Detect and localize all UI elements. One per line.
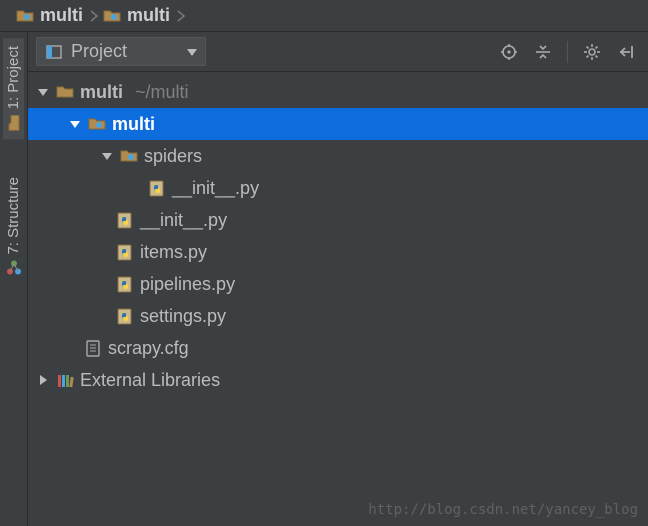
breadcrumb-label: multi	[40, 5, 83, 26]
view-mode-dropdown[interactable]: Project	[36, 37, 206, 66]
folder-icon	[120, 147, 138, 165]
hide-panel-button[interactable]	[612, 38, 640, 66]
folder-icon	[103, 7, 121, 25]
watermark-text: http://blog.csdn.net/yancey_blog	[368, 502, 638, 518]
project-icon	[6, 115, 22, 131]
expand-toggle[interactable]	[36, 85, 50, 99]
python-file-icon	[116, 211, 134, 229]
chevron-down-icon	[185, 45, 199, 59]
views-icon	[45, 43, 63, 61]
python-file-icon	[116, 275, 134, 293]
tree-node-pkg[interactable]: multi	[28, 108, 648, 140]
expand-toggle[interactable]	[68, 117, 82, 131]
toolbar-separator	[567, 41, 568, 63]
tree-node-file[interactable]: __init__.py	[28, 172, 648, 204]
folder-icon	[16, 7, 34, 25]
hide-icon	[617, 43, 635, 61]
gutter-tab-label: 1: Project	[5, 46, 22, 109]
tree-node-label: scrapy.cfg	[108, 338, 189, 359]
structure-icon	[6, 261, 22, 277]
tree-node-label: pipelines.py	[140, 274, 235, 295]
folder-icon	[88, 115, 106, 133]
tree-node-file[interactable]: items.py	[28, 236, 648, 268]
tree-node-spiders[interactable]: spiders	[28, 140, 648, 172]
gear-icon	[583, 43, 601, 61]
chevron-right-icon	[87, 0, 99, 32]
file-icon	[84, 339, 102, 357]
chevron-right-icon	[174, 0, 186, 32]
tree-node-label: settings.py	[140, 306, 226, 327]
expand-toggle[interactable]	[36, 373, 50, 387]
target-icon	[500, 43, 518, 61]
gutter-tab-project[interactable]: 1: Project	[3, 38, 24, 139]
project-tree[interactable]: multi ~/multi multi spiders __init__.py …	[28, 72, 648, 526]
tree-node-file[interactable]: settings.py	[28, 300, 648, 332]
python-file-icon	[116, 243, 134, 261]
gutter-tab-structure[interactable]: 7: Structure	[3, 169, 24, 285]
tree-node-label: External Libraries	[80, 370, 220, 391]
python-file-icon	[116, 307, 134, 325]
gutter-tab-label: 7: Structure	[5, 177, 22, 255]
tree-node-file[interactable]: scrapy.cfg	[28, 332, 648, 364]
tree-node-label: __init__.py	[140, 210, 227, 231]
tree-node-label: items.py	[140, 242, 207, 263]
breadcrumb-label: multi	[127, 5, 170, 26]
tree-node-label: spiders	[144, 146, 202, 167]
libraries-icon	[56, 371, 74, 389]
tree-node-root[interactable]: multi ~/multi	[28, 76, 648, 108]
expand-toggle[interactable]	[100, 149, 114, 163]
breadcrumb-item-root[interactable]: multi	[12, 5, 87, 26]
tree-node-label: __init__.py	[172, 178, 259, 199]
tool-window-gutter: 1: Project 7: Structure	[0, 32, 28, 526]
tree-node-path: ~/multi	[135, 82, 189, 103]
view-mode-label: Project	[71, 41, 127, 62]
breadcrumb-item-pkg[interactable]: multi	[99, 5, 174, 26]
tree-node-label: multi	[80, 82, 123, 103]
breadcrumb: multi multi	[0, 0, 648, 32]
folder-icon	[56, 83, 74, 101]
collapse-all-button[interactable]	[529, 38, 557, 66]
collapse-icon	[534, 43, 552, 61]
python-file-icon	[148, 179, 166, 197]
tree-node-label: multi	[112, 114, 155, 135]
tree-node-external-libraries[interactable]: External Libraries	[28, 364, 648, 396]
tree-node-file[interactable]: pipelines.py	[28, 268, 648, 300]
tree-node-file[interactable]: __init__.py	[28, 204, 648, 236]
project-toolbar: Project	[28, 32, 648, 72]
settings-button[interactable]	[578, 38, 606, 66]
scroll-from-source-button[interactable]	[495, 38, 523, 66]
